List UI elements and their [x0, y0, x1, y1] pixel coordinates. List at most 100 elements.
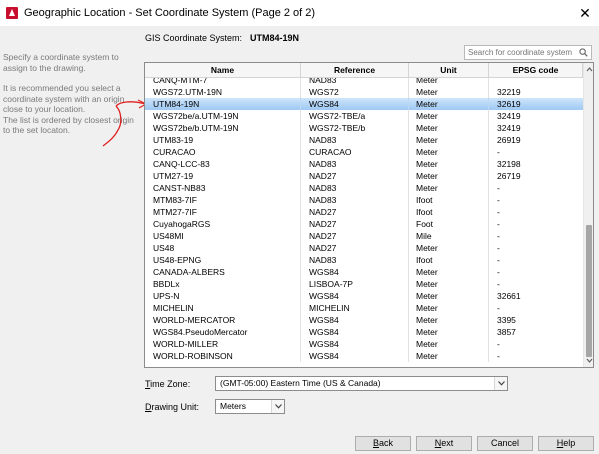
- table-row[interactable]: CANQ-LCC-83 NAD83 Meter 32198: [145, 158, 583, 170]
- cell-name: MTM83-7IF: [145, 194, 301, 206]
- cell-reference: WGS84: [301, 290, 409, 302]
- cell-unit: Meter: [409, 158, 489, 170]
- search-input[interactable]: [465, 46, 577, 59]
- chevron-down-icon: [498, 381, 505, 386]
- table-row[interactable]: WGS72.UTM-19N WGS72 Meter 32219: [145, 86, 583, 98]
- cell-unit: Meter: [409, 242, 489, 254]
- cell-reference: WGS84: [301, 314, 409, 326]
- cell-name: US48MI: [145, 230, 301, 242]
- cell-unit: Meter: [409, 338, 489, 350]
- cell-epsg: -: [497, 351, 500, 361]
- search-icon[interactable]: [579, 48, 588, 57]
- cell-unit: Ifoot: [409, 194, 489, 206]
- table-row[interactable]: MTM27-7IF NAD27 Ifoot -: [145, 206, 583, 218]
- table-row-selected[interactable]: UTM84-19N WGS84 Meter 32619: [145, 98, 583, 110]
- cell-reference: LISBOA-7P: [301, 278, 409, 290]
- cell-unit: Ifoot: [409, 254, 489, 266]
- cell-unit: Meter: [409, 266, 489, 278]
- drawing-unit-label: Drawing Unit:: [145, 402, 200, 412]
- drawing-unit-dropdown[interactable]: Meters: [215, 399, 285, 414]
- cell-unit: Meter: [409, 86, 489, 98]
- scroll-up-icon[interactable]: [586, 66, 593, 73]
- chevron-down-icon: [275, 404, 282, 409]
- table-row[interactable]: WGS72be/b.UTM-19N WGS72-TBE/b Meter 32419: [145, 122, 583, 134]
- cell-epsg: 32219: [497, 87, 521, 97]
- cell-epsg: 32661: [497, 291, 521, 301]
- time-zone-dropdown-button[interactable]: [494, 377, 507, 390]
- cell-reference: NAD27: [301, 242, 409, 254]
- table-row[interactable]: MICHELIN MICHELIN Meter -: [145, 302, 583, 314]
- table-row[interactable]: US48 NAD27 Meter -: [145, 242, 583, 254]
- cell-reference: CURACAO: [301, 146, 409, 158]
- cell-unit: Meter: [409, 290, 489, 302]
- cell-epsg: -: [497, 195, 500, 205]
- cell-unit: Mile: [409, 230, 489, 242]
- cell-epsg: -: [497, 231, 500, 241]
- cancel-button[interactable]: Cancel: [477, 436, 533, 451]
- cell-name: WGS84.PseudoMercator: [145, 326, 301, 338]
- search-box[interactable]: [464, 45, 592, 60]
- cell-reference: MICHELIN: [301, 302, 409, 314]
- column-header-epsg[interactable]: EPSG code: [489, 63, 583, 77]
- drawing-unit-value: Meters: [220, 401, 246, 411]
- vertical-scrollbar[interactable]: [583, 63, 593, 367]
- cell-name: WGS72be/a.UTM-19N: [145, 110, 301, 122]
- cell-unit: Ifoot: [409, 206, 489, 218]
- help-button[interactable]: Help: [538, 436, 594, 451]
- table-row[interactable]: WGS84.PseudoMercator WGS84 Meter 3857: [145, 326, 583, 338]
- cell-name: US48: [145, 242, 301, 254]
- column-header-name[interactable]: Name: [145, 63, 301, 77]
- table-row[interactable]: WORLD-ROBINSON WGS84 Meter -: [145, 350, 583, 362]
- close-icon[interactable]: ✕: [576, 4, 594, 22]
- cell-unit: Meter: [409, 278, 489, 290]
- next-button[interactable]: Next: [416, 436, 472, 451]
- table-row[interactable]: WGS72be/a.UTM-19N WGS72-TBE/a Meter 32419: [145, 110, 583, 122]
- table-row[interactable]: CANST-NB83 NAD83 Meter -: [145, 182, 583, 194]
- back-button[interactable]: Back: [355, 436, 411, 451]
- table-row[interactable]: UTM27-19 NAD27 Meter 26719: [145, 170, 583, 182]
- cell-reference: WGS84: [301, 266, 409, 278]
- table-row[interactable]: MTM83-7IF NAD83 Ifoot -: [145, 194, 583, 206]
- cell-epsg: -: [497, 243, 500, 253]
- table-row[interactable]: UPS-N WGS84 Meter 32661: [145, 290, 583, 302]
- table-row[interactable]: US48MI NAD27 Mile -: [145, 230, 583, 242]
- table-row[interactable]: CuyahogaRGS NAD27 Foot -: [145, 218, 583, 230]
- cell-name: WORLD-ROBINSON: [145, 350, 301, 362]
- cell-reference: WGS72-TBE/a: [301, 110, 409, 122]
- cell-reference: WGS84: [301, 338, 409, 350]
- cell-unit: Meter: [409, 182, 489, 194]
- cell-reference: NAD27: [301, 170, 409, 182]
- table-row[interactable]: CURACAO CURACAO Meter -: [145, 146, 583, 158]
- cell-epsg: -: [497, 255, 500, 265]
- table-row[interactable]: WORLD-MILLER WGS84 Meter -: [145, 338, 583, 350]
- cell-epsg: 3857: [497, 327, 516, 337]
- cell-epsg: -: [497, 267, 500, 277]
- table-row[interactable]: UTM83-19 NAD83 Meter 26919: [145, 134, 583, 146]
- cell-reference: NAD83: [301, 134, 409, 146]
- table-row[interactable]: BBDLx LISBOA-7P Meter -: [145, 278, 583, 290]
- cell-reference: NAD27: [301, 206, 409, 218]
- scroll-down-icon[interactable]: [586, 357, 593, 364]
- cell-epsg: 26719: [497, 171, 521, 181]
- drawing-unit-dropdown-button[interactable]: [271, 400, 284, 413]
- instructions-panel: Specify a coordinate system to assign to…: [3, 52, 138, 146]
- table-row[interactable]: CANADA-ALBERS WGS84 Meter -: [145, 266, 583, 278]
- cell-epsg: 32198: [497, 159, 521, 169]
- cell-name: WORLD-MILLER: [145, 338, 301, 350]
- cell-epsg: -: [497, 279, 500, 289]
- cell-reference: WGS72: [301, 86, 409, 98]
- cell-epsg: 32419: [497, 111, 521, 121]
- table-row[interactable]: WORLD-MERCATOR WGS84 Meter 3395: [145, 314, 583, 326]
- cell-epsg: 32419: [497, 123, 521, 133]
- gis-label-text: GIS Coordinate System:: [145, 33, 243, 43]
- time-zone-dropdown[interactable]: (GMT-05:00) Eastern Time (US & Canada): [215, 376, 508, 391]
- cell-epsg: -: [497, 183, 500, 193]
- table-row[interactable]: US48-EPNG NAD83 Ifoot -: [145, 254, 583, 266]
- cell-epsg: -: [497, 303, 500, 313]
- column-header-unit[interactable]: Unit: [409, 63, 489, 77]
- gis-coordinate-system-label: GIS Coordinate System: UTM84-19N: [145, 33, 299, 43]
- cell-name: MTM27-7IF: [145, 206, 301, 218]
- scrollbar-thumb[interactable]: [586, 225, 592, 357]
- column-header-reference[interactable]: Reference: [301, 63, 409, 77]
- cell-reference: NAD83: [301, 158, 409, 170]
